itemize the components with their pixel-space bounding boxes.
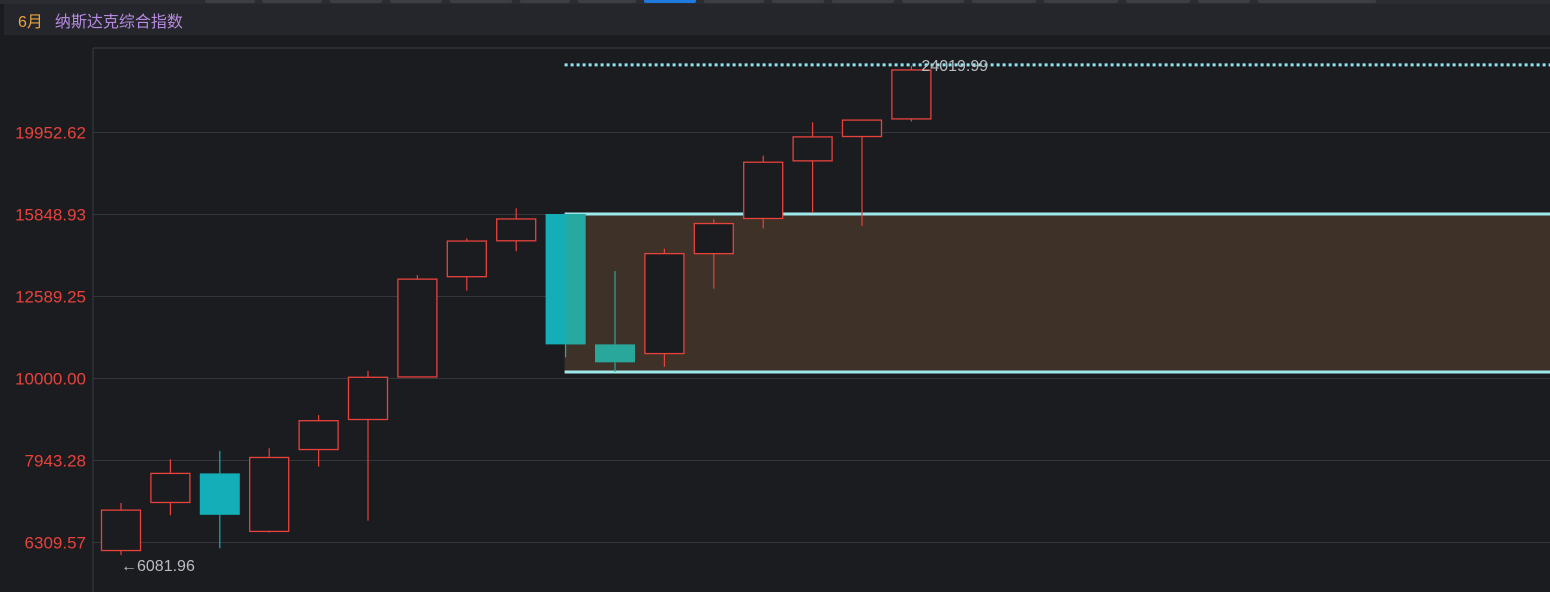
candle-11[interactable] <box>644 248 685 367</box>
candle-body-15 <box>841 119 883 138</box>
y-tick-label-4: 15848.93 <box>15 206 86 225</box>
candle-body-shade-9 <box>565 213 586 345</box>
y-tick-label-0: 6309.57 <box>25 534 86 553</box>
candle-1[interactable] <box>150 459 191 516</box>
candle-body-11 <box>644 252 685 355</box>
candlestick-chart[interactable]: 6309.57 7943.28 10000.00 12589.25 15848.93 19… <box>0 0 1550 592</box>
candle-15[interactable] <box>841 119 883 226</box>
candle-body-2 <box>199 473 240 515</box>
candle-14[interactable] <box>792 122 833 213</box>
candle-body-12 <box>693 222 734 255</box>
range-box-layer <box>564 63 1550 374</box>
candle-9[interactable] <box>545 213 586 358</box>
candle-3[interactable] <box>249 448 290 533</box>
y-tick-label-5: 19952.62 <box>15 124 86 143</box>
candle-body-7 <box>446 240 487 278</box>
candle-body-3 <box>249 456 290 533</box>
y-tick-label-2: 10000.00 <box>15 370 86 389</box>
candle-body-8 <box>496 218 537 242</box>
candle-body-0 <box>100 509 142 552</box>
y-tick-label-1: 7943.28 <box>25 452 86 471</box>
candle-body-13 <box>743 161 784 220</box>
candle-body-16 <box>891 69 932 120</box>
candle-body-14 <box>792 136 833 162</box>
candle-5[interactable] <box>347 370 389 521</box>
high-annotation: 24019.99 <box>921 58 988 75</box>
y-tick-label-3: 12589.25 <box>15 288 86 307</box>
candle-4[interactable] <box>298 415 339 467</box>
candle-2[interactable] <box>199 450 240 549</box>
candle-6[interactable] <box>397 275 438 378</box>
low-annotation: ←6081.96 <box>121 558 195 575</box>
candle-body-6 <box>397 278 438 378</box>
candle-0[interactable] <box>100 502 142 556</box>
candle-body-1 <box>150 472 191 504</box>
candle-13[interactable] <box>743 155 784 229</box>
candle-7[interactable] <box>446 238 487 291</box>
candle-body-5 <box>347 376 389 421</box>
candle-body-10 <box>595 344 635 363</box>
candle-body-4 <box>298 420 339 451</box>
